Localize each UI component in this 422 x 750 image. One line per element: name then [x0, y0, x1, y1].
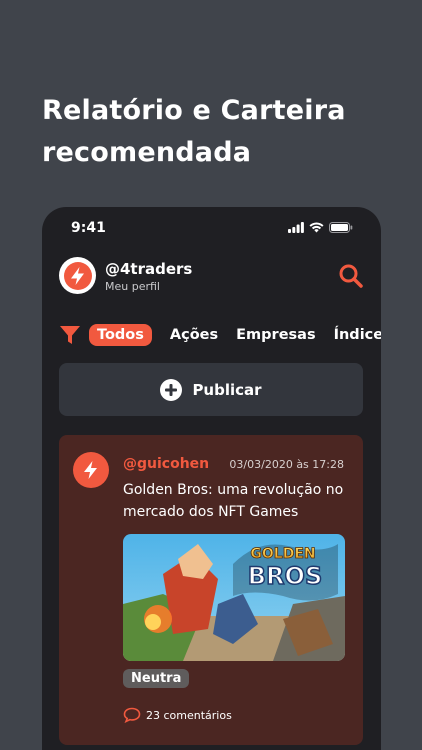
filter-chip-indices[interactable]: Índices	[334, 327, 381, 343]
status-time: 9:41	[71, 220, 106, 236]
comments-count: 23 comentários	[146, 708, 232, 722]
comment-icon	[123, 707, 141, 723]
publish-button[interactable]: Publicar	[59, 363, 363, 416]
profile-subtitle[interactable]: Meu perfil	[105, 280, 160, 293]
status-icons	[288, 222, 353, 233]
headline-line-1: Relatório e Carteira	[42, 95, 346, 126]
headline-line-2: recomendada	[42, 137, 252, 168]
status-bar: 9:41	[42, 219, 381, 239]
filter-icon[interactable]	[59, 324, 81, 346]
filter-bar: Todos Ações Empresas Índices	[59, 320, 381, 350]
filter-chip-todos[interactable]: Todos	[89, 324, 152, 346]
filter-chip-empresas[interactable]: Empresas	[236, 327, 315, 343]
post-date: 03/03/2020 às 17:28	[229, 458, 344, 471]
post-title[interactable]: Golden Bros: uma revolução no mercado do…	[123, 479, 348, 523]
four-logo-icon[interactable]	[59, 257, 96, 294]
post-avatar[interactable]	[73, 452, 109, 488]
filter-chip-acoes[interactable]: Ações	[170, 327, 218, 343]
image-title-line-1: GOLDEN	[250, 546, 315, 562]
headline: Relatório e Carteira recomendada	[42, 90, 382, 174]
post-card[interactable]: @guicohen 03/03/2020 às 17:28 Golden Bro…	[59, 435, 363, 745]
publish-label: Publicar	[192, 380, 262, 399]
phone-screen: 9:41 @4traders Meu perfil Todos Ações Em…	[42, 207, 381, 750]
image-title-line-2: BROS	[248, 562, 322, 590]
sentiment-badge: Neutra	[123, 669, 190, 688]
plus-circle-icon	[160, 378, 183, 401]
post-author[interactable]: @guicohen	[123, 456, 209, 472]
wifi-icon	[309, 222, 324, 233]
profile-header: @4traders Meu perfil	[59, 257, 364, 297]
post-image[interactable]: GOLDEN BROS	[123, 534, 345, 661]
battery-icon	[329, 222, 353, 233]
comments-link[interactable]: 23 comentários	[123, 707, 232, 723]
signal-icon	[288, 222, 304, 233]
search-icon[interactable]	[338, 263, 364, 289]
profile-handle[interactable]: @4traders	[105, 260, 192, 278]
